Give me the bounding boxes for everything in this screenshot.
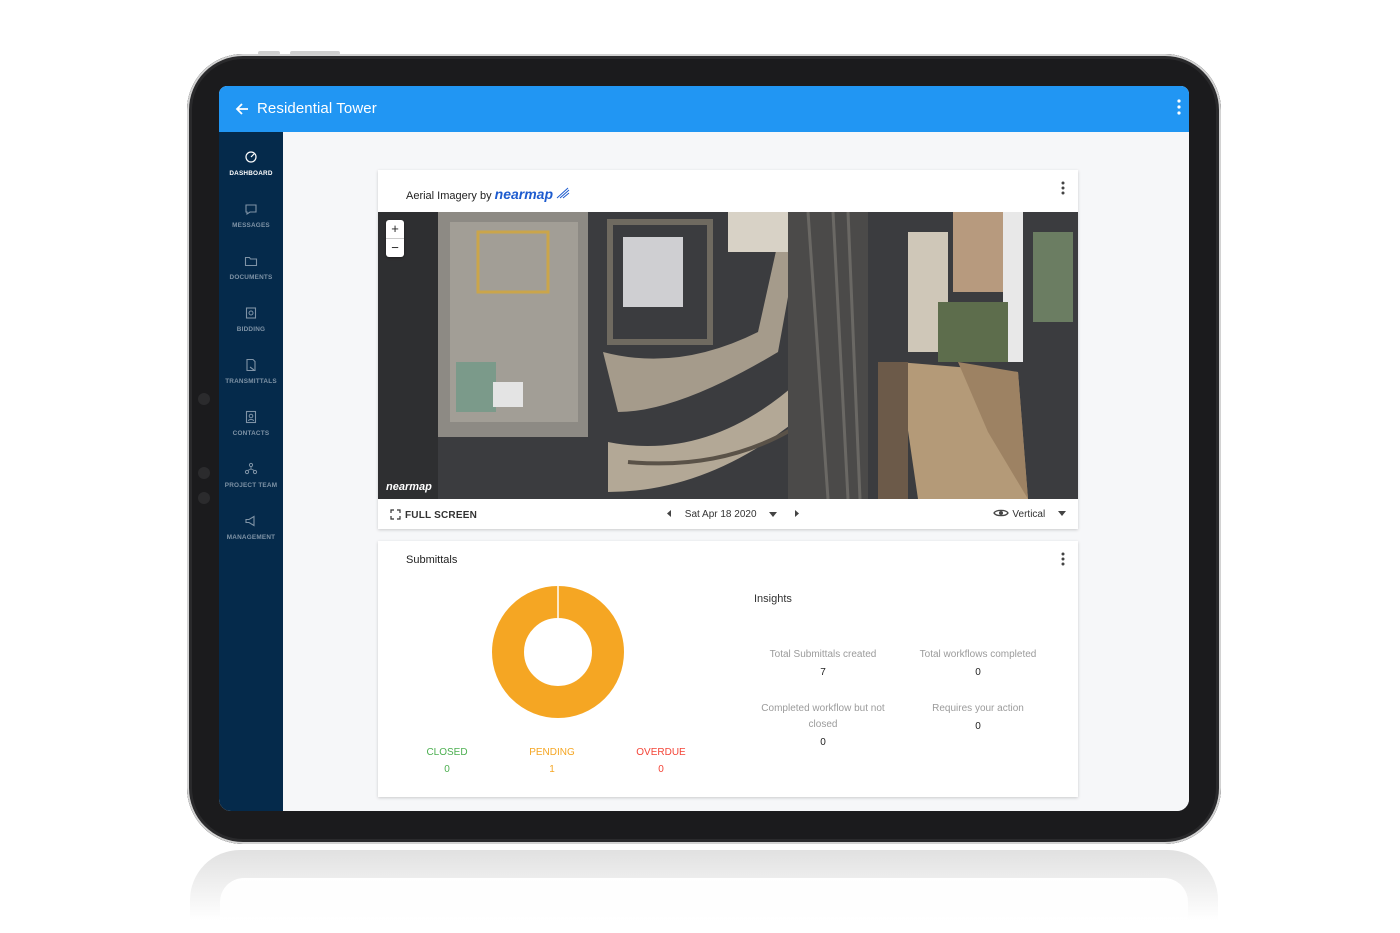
sidebar-item-messages[interactable]: MESSAGES [219, 194, 283, 246]
sidebar-item-label: BIDDING [236, 326, 266, 333]
sidebar-item-documents[interactable]: DOCUMENTS [219, 246, 283, 298]
team-icon [244, 462, 258, 475]
sidebar-item-label: MANAGEMENT [226, 534, 276, 541]
insight-label: Requires your action [932, 703, 1024, 714]
legend-value: 0 [658, 764, 664, 775]
more-vert-icon[interactable] [1175, 98, 1183, 120]
chevron-left-icon[interactable] [667, 509, 675, 520]
more-vert-icon[interactable] [1058, 180, 1068, 200]
sidebar-item-transmittals[interactable]: TRANSMITTALS [219, 350, 283, 402]
megaphone-icon [245, 515, 255, 527]
legend-overdue: OVERDUE 0 [621, 747, 701, 775]
sidebar: DASHBOARD MESSAGES DOCUMENTS BIDDING TRA… [219, 132, 283, 811]
tablet-reflection [190, 850, 1218, 933]
sidebar-item-label: DASHBOARD [229, 170, 273, 177]
sidebar-item-bidding[interactable]: BIDDING [219, 298, 283, 350]
bidding-icon [245, 307, 257, 319]
submittals-donut-chart [492, 586, 624, 718]
dashboard-content: Aerial Imagery by nearmap + − nearmap FU… [283, 132, 1189, 811]
dashboard-icon [245, 151, 257, 163]
power-button [290, 51, 340, 55]
legend-label: OVERDUE [636, 747, 686, 758]
insight-completed-not-closed: Completed workflow but not closed 0 [748, 701, 898, 751]
zoom-in-button[interactable]: + [386, 220, 404, 238]
folder-icon [244, 256, 258, 267]
legend-value: 1 [549, 764, 555, 775]
aerial-map[interactable]: + − nearmap [378, 212, 1078, 499]
contacts-icon [245, 410, 257, 424]
sidebar-item-dashboard[interactable]: DASHBOARD [219, 142, 283, 194]
insights-heading: Insights [754, 593, 792, 605]
aerial-photo [378, 212, 1078, 499]
more-vert-icon[interactable] [1058, 551, 1068, 571]
nearmap-logo: nearmap [494, 186, 554, 202]
app-bar: Residential Tower [219, 86, 1189, 132]
insight-label: Total workflows completed [919, 649, 1037, 660]
insight-label: Total Submittals created [769, 649, 877, 660]
zoom-control: + − [386, 220, 404, 257]
submittals-card: Submittals CLOSED 0 PENDING 1 OVERDUE 0 … [378, 541, 1078, 797]
camera-dot [198, 393, 210, 405]
sidebar-item-management[interactable]: MANAGEMENT [219, 506, 283, 558]
view-mode-select[interactable]: Vertical [993, 508, 1066, 520]
legend-label: CLOSED [426, 747, 468, 758]
transmittal-icon [246, 358, 256, 372]
sidebar-item-contacts[interactable]: CONTACTS [219, 402, 283, 454]
app-screen: Residential Tower DASHBOARD MESSAGES DOC… [219, 86, 1189, 811]
chevron-down-icon[interactable] [767, 509, 781, 520]
card-title: Aerial Imagery by nearmap [406, 186, 570, 202]
eye-icon [993, 509, 1010, 517]
chevron-down-icon [1058, 511, 1066, 516]
sidebar-item-label: DOCUMENTS [229, 274, 273, 281]
insight-requires-action: Requires your action 0 [903, 701, 1053, 735]
sensor-dot [198, 467, 210, 479]
fullscreen-button[interactable]: FULL SCREEN [390, 509, 477, 521]
legend-closed: CLOSED 0 [407, 747, 487, 775]
date-value[interactable]: Sat Apr 18 2020 [685, 509, 757, 520]
insight-value: 0 [975, 721, 981, 732]
insight-value: 0 [975, 667, 981, 678]
insight-total-submittals: Total Submittals created 7 [748, 647, 898, 681]
map-watermark: nearmap [386, 481, 432, 493]
aerial-title-text: Aerial Imagery by [406, 190, 492, 202]
sidebar-item-label: MESSAGES [232, 222, 270, 229]
chevron-right-icon[interactable] [794, 509, 800, 520]
legend-pending: PENDING 1 [512, 747, 592, 775]
sidebar-item-project-team[interactable]: PROJECT TEAM [219, 454, 283, 506]
sensor-dot [198, 492, 210, 504]
back-arrow-icon[interactable] [231, 97, 253, 121]
legend-label: PENDING [529, 747, 575, 758]
legend-value: 0 [444, 764, 450, 775]
zoom-out-button[interactable]: − [386, 239, 404, 257]
sidebar-item-label: TRANSMITTALS [225, 378, 277, 385]
sidebar-item-label: CONTACTS [232, 430, 270, 437]
insight-label: Completed workflow but not closed [761, 703, 885, 730]
aerial-imagery-card: Aerial Imagery by nearmap + − nearmap FU… [378, 170, 1078, 529]
nearmap-logo-icon [556, 187, 570, 199]
message-icon [245, 204, 257, 216]
fullscreen-icon [390, 509, 401, 520]
view-mode-label: Vertical [1012, 509, 1046, 520]
page-title: Residential Tower [257, 100, 377, 117]
date-selector: Sat Apr 18 2020 [667, 509, 800, 520]
insight-workflows-completed: Total workflows completed 0 [903, 647, 1053, 681]
sidebar-item-label: PROJECT TEAM [224, 482, 278, 489]
card-title: Submittals [406, 554, 458, 566]
fullscreen-label: FULL SCREEN [405, 510, 478, 521]
insight-value: 0 [820, 737, 826, 748]
map-toolbar: FULL SCREEN Sat Apr 18 2020 Vertical [378, 500, 1078, 530]
volume-button [258, 51, 280, 55]
insight-value: 7 [820, 667, 826, 678]
